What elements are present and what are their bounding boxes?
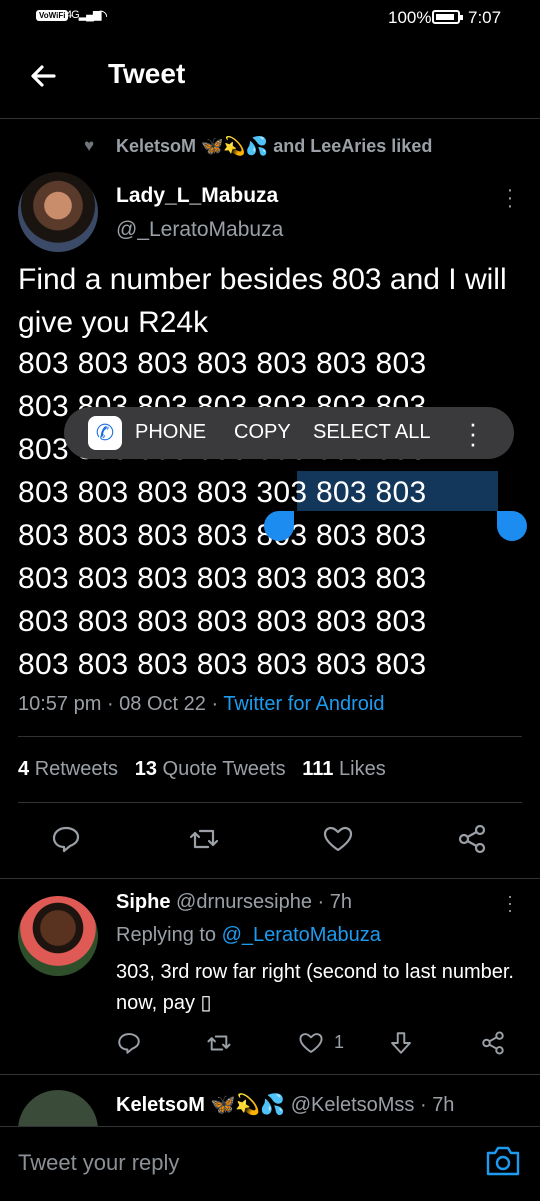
phone-icon[interactable]: ✆ — [88, 416, 122, 450]
likes-stat[interactable]: 111 Likes — [302, 758, 385, 780]
number-row: 803 803 803 803 803 803 803 — [18, 648, 427, 681]
retweets-stat[interactable]: 4 Retweets — [18, 758, 118, 780]
quote-tweets-stat[interactable]: 13 Quote Tweets — [135, 758, 286, 780]
reply-author-handle: @drnursesiphe — [176, 891, 312, 913]
reply-more-icon[interactable]: · · · — [502, 887, 518, 919]
status-bar: VoWiFi 4G▂▄▆ ◠ 100% 7:07 — [0, 0, 540, 36]
reply-text: 303, 3rd row far right (second to last n… — [116, 961, 514, 1014]
number-row: 803 803 803 803 803 803 803 — [18, 347, 427, 380]
selection-end-handle[interactable] — [497, 511, 527, 541]
divider — [18, 736, 522, 737]
tweet-time: 10:57 pm — [18, 693, 102, 715]
reply-avatar[interactable] — [18, 896, 98, 976]
next-reply-header[interactable]: KeletsoM 🦋💫💦 @KeletsoMss · 7h — [116, 1092, 454, 1117]
network-type: 4G — [66, 9, 80, 21]
number-row: 803 803 803 803 803 803 803 — [18, 562, 427, 595]
replying-to: Replying to @_LeratoMabuza — [116, 924, 381, 946]
battery-percent: 100% — [388, 8, 432, 27]
like-icon[interactable] — [322, 823, 354, 855]
tweet-source-link[interactable]: Twitter for Android — [223, 693, 384, 715]
menu-overflow-icon[interactable]: · · · — [466, 410, 480, 456]
reply-like-count: 1 — [334, 1032, 345, 1052]
number-row: 803 803 803 803 303 803 803 — [18, 476, 427, 509]
page-title: Tweet — [108, 58, 186, 89]
reply-share-icon[interactable] — [480, 1030, 506, 1056]
reply-downvote-icon[interactable] — [388, 1030, 414, 1056]
menu-item-select-all[interactable]: SELECT ALL — [313, 421, 430, 444]
tweet-stats: 4 Retweets 13 Quote Tweets 111 Likes — [18, 758, 386, 781]
menu-item-copy[interactable]: COPY — [234, 421, 291, 444]
heart-icon: ♥ — [84, 136, 95, 155]
reply-icon[interactable] — [50, 823, 82, 855]
tweet-date: 08 Oct 22 — [119, 693, 206, 715]
tweet-text: Find a number besides 803 and I will giv… — [18, 263, 507, 339]
more-options-icon[interactable]: · · · — [502, 180, 518, 216]
reply-like-icon[interactable] — [298, 1030, 324, 1056]
reply-retweet-icon[interactable] — [206, 1030, 232, 1056]
divider — [0, 878, 540, 879]
battery-icon — [432, 10, 463, 24]
reply-reply-icon[interactable] — [116, 1030, 142, 1056]
next-reply-age: 7h — [432, 1094, 455, 1116]
retweet-icon[interactable] — [188, 823, 220, 855]
reply-author-name: Siphe — [116, 891, 171, 913]
back-arrow-icon[interactable] — [24, 56, 64, 96]
vowifi-badge: VoWiFi — [36, 10, 69, 21]
reply-header[interactable]: Siphe @drnursesiphe · 7h — [116, 891, 352, 914]
tweet-metadata: 10:57 pm · 08 Oct 22 · Twitter for Andro… — [18, 693, 385, 715]
reply-age: 7h — [329, 891, 352, 913]
number-row: 803 803 803 803 803 803 803 — [18, 519, 427, 552]
selection-start-handle[interactable] — [264, 511, 294, 541]
social-context[interactable]: KeletsoM 🦋💫💦 and LeeAries liked — [116, 136, 432, 157]
author-name[interactable]: Lady_L_Mabuza — [116, 184, 278, 208]
author-avatar[interactable] — [18, 172, 98, 252]
clock: 7:07 — [468, 8, 502, 27]
next-reply-name: KeletsoM 🦋💫💦 — [116, 1094, 286, 1116]
camera-icon[interactable] — [484, 1144, 522, 1178]
divider — [18, 802, 522, 803]
number-row: 803 803 803 803 803 803 803 — [18, 605, 427, 638]
author-handle[interactable]: @_LeratoMabuza — [116, 218, 283, 242]
wifi-icon: ◠ — [94, 8, 108, 25]
next-reply-handle: @KeletsoMss — [290, 1094, 415, 1116]
share-icon[interactable] — [456, 823, 488, 855]
divider — [0, 1074, 540, 1075]
header-divider — [0, 118, 540, 119]
reply-input[interactable]: Tweet your reply — [18, 1150, 179, 1176]
replying-to-link[interactable]: @_LeratoMabuza — [222, 924, 381, 946]
menu-item-phone[interactable]: PHONE — [135, 421, 206, 444]
